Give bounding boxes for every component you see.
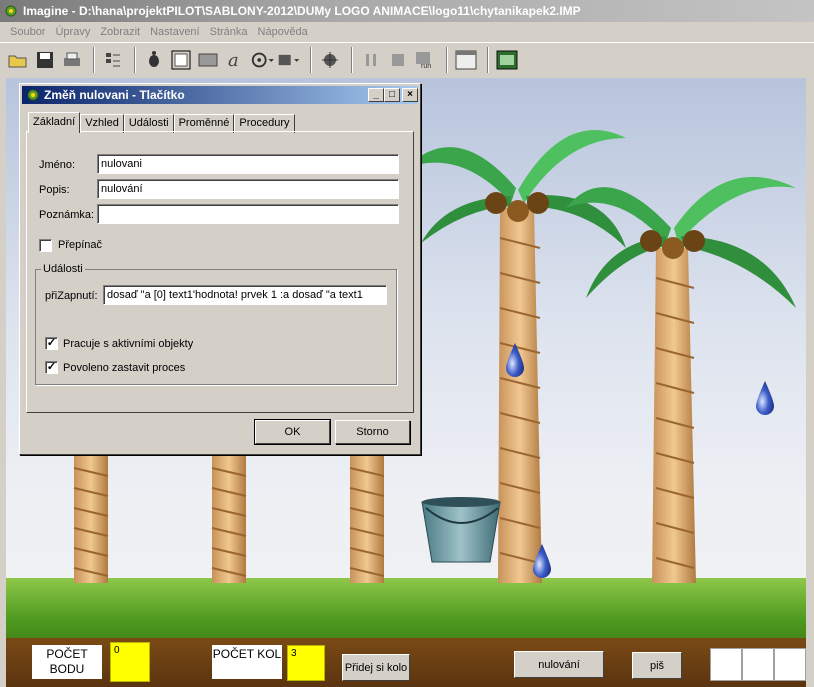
toolbar-separator bbox=[487, 46, 489, 73]
run-icon[interactable] bbox=[318, 48, 342, 72]
points-value: 0 bbox=[110, 642, 150, 682]
button-properties-dialog: Změň nulovani - Tlačítko _ □ × Základní … bbox=[19, 83, 421, 455]
reset-button[interactable]: nulování bbox=[514, 651, 604, 678]
turtle-icon[interactable] bbox=[142, 48, 166, 72]
blank-box bbox=[710, 648, 742, 681]
stop-icon[interactable] bbox=[386, 48, 410, 72]
toolbar: a run bbox=[0, 42, 814, 76]
window-title: Imagine - D:\hana\projektPILOT\SABLONY-2… bbox=[23, 4, 581, 18]
maximize-button[interactable]: □ bbox=[384, 88, 400, 102]
frame-icon[interactable] bbox=[169, 48, 193, 72]
print-icon[interactable] bbox=[60, 48, 84, 72]
menu-soubor[interactable]: Soubor bbox=[6, 26, 51, 38]
slider-icon[interactable] bbox=[277, 48, 301, 72]
allow-stop-label: Povoleno zastavit proces bbox=[63, 362, 186, 374]
note-label: Poznámka: bbox=[39, 209, 95, 221]
toolbar-separator bbox=[446, 46, 448, 73]
events-group-title: Události bbox=[41, 263, 85, 275]
imagine-app-icon bbox=[5, 5, 17, 17]
grid-icon[interactable] bbox=[101, 48, 125, 72]
note-field[interactable] bbox=[97, 204, 399, 224]
palm-tree-tall-right bbox=[566, 176, 796, 583]
text-a-icon[interactable]: a bbox=[223, 48, 247, 72]
window-titlebar: Imagine - D:\hana\projektPILOT\SABLONY-2… bbox=[0, 0, 814, 22]
cancel-button[interactable]: Storno bbox=[335, 420, 410, 444]
active-objects-checkbox[interactable]: ✓ bbox=[45, 337, 58, 350]
palm-trunk-left bbox=[73, 453, 109, 583]
window-icon[interactable] bbox=[454, 48, 478, 72]
pause-icon[interactable] bbox=[359, 48, 383, 72]
minimize-button[interactable]: _ bbox=[368, 88, 384, 102]
rounds-label: POČET KOL bbox=[212, 645, 282, 679]
palm-trunk-center bbox=[349, 453, 385, 583]
blank-box bbox=[774, 648, 806, 681]
run-label-icon[interactable]: run bbox=[413, 48, 437, 72]
menu-upravy[interactable]: Úpravy bbox=[51, 26, 96, 38]
description-field[interactable]: nulování bbox=[97, 179, 399, 199]
dialog-titlebar: Změň nulovani - Tlačítko _ □ × bbox=[22, 86, 418, 104]
svg-text:run: run bbox=[421, 63, 431, 69]
dialog-app-icon bbox=[27, 89, 39, 101]
dialog-tabs: Základní Vzhled Události Proměnné Proced… bbox=[28, 112, 295, 133]
write-button[interactable]: piš bbox=[632, 652, 682, 679]
menubar: Soubor Úpravy Zobrazit Nastavení Stránka… bbox=[0, 22, 814, 41]
save-icon[interactable] bbox=[33, 48, 57, 72]
active-objects-label: Pracuje s aktivními objekty bbox=[63, 338, 194, 350]
toolbar-separator bbox=[310, 46, 312, 73]
raindrop bbox=[756, 381, 774, 415]
add-round-button[interactable]: Přidej si kolo bbox=[342, 654, 410, 681]
menu-nastaveni[interactable]: Nastavení bbox=[146, 26, 206, 38]
dialog-title: Změň nulovani - Tlačítko bbox=[44, 88, 185, 102]
tab-panel-zakladni: Jméno: nulovani Popis: nulování Poznámka… bbox=[26, 131, 414, 413]
rounds-value: 3 bbox=[287, 645, 325, 681]
points-label: POČET BODU bbox=[32, 645, 102, 679]
toolbar-separator bbox=[93, 46, 95, 73]
allow-stop-checkbox[interactable]: ✓ bbox=[45, 361, 58, 374]
switch-checkbox[interactable] bbox=[39, 239, 52, 252]
name-field[interactable]: nulovani bbox=[97, 154, 399, 174]
name-label: Jméno: bbox=[39, 159, 76, 171]
menu-napoveda[interactable]: Nápověda bbox=[254, 26, 314, 38]
rectangle-icon[interactable] bbox=[196, 48, 220, 72]
description-label: Popis: bbox=[39, 184, 70, 196]
onpress-label: přiZapnutí: bbox=[45, 290, 98, 302]
switch-label: Přepínač bbox=[58, 239, 103, 251]
menu-stranka[interactable]: Stránka bbox=[206, 26, 254, 38]
film-icon[interactable] bbox=[250, 48, 274, 72]
palm-trunk-middle bbox=[211, 453, 247, 583]
screen-icon[interactable] bbox=[495, 48, 519, 72]
onpress-field[interactable]: dosaď "a [0] text1'hodnota! prvek 1 :a d… bbox=[103, 285, 387, 305]
bucket[interactable] bbox=[421, 497, 501, 563]
blank-box bbox=[742, 648, 774, 681]
menu-zobrazit[interactable]: Zobrazit bbox=[96, 26, 146, 38]
toolbar-separator bbox=[351, 46, 353, 73]
ok-button[interactable]: OK bbox=[254, 419, 331, 445]
close-button[interactable]: × bbox=[402, 88, 418, 102]
open-folder-icon[interactable] bbox=[6, 48, 30, 72]
toolbar-separator bbox=[134, 46, 136, 73]
tab-zakladni[interactable]: Základní bbox=[28, 112, 81, 133]
svg-text:a: a bbox=[228, 50, 239, 70]
